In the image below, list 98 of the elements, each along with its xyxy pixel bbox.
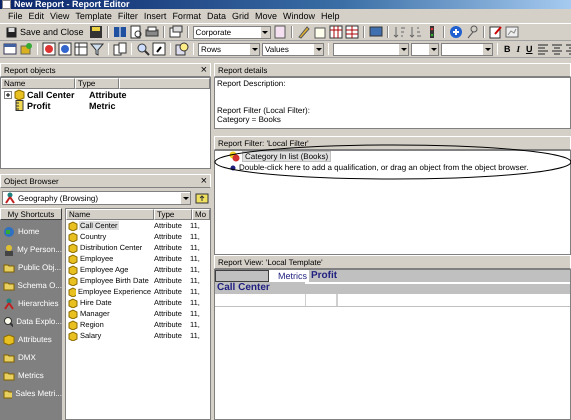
filter-condition-icon: [229, 151, 240, 162]
shortcut-item[interactable]: Schema O...: [18, 281, 62, 290]
menu-item[interactable]: Grid: [232, 11, 249, 21]
funnel-icon[interactable]: [90, 42, 104, 56]
pages-icon[interactable]: [113, 42, 127, 56]
pencil-icon[interactable]: [296, 25, 311, 39]
shortcut-item[interactable]: Sales Metri...: [15, 389, 62, 398]
font-dropdown[interactable]: [333, 42, 409, 56]
cube-icon[interactable]: [19, 42, 33, 56]
ruler-icon: [14, 100, 25, 111]
magnifier-icon: [3, 316, 14, 328]
metric-header[interactable]: Profit: [309, 270, 570, 282]
sort-ascending-icon[interactable]: [392, 25, 407, 39]
menu-item[interactable]: Data: [206, 11, 226, 21]
panel-title: Report Filter: 'Local Filter': [218, 138, 309, 148]
shortcut-item[interactable]: Hierarchies: [18, 299, 58, 308]
template-dropdown[interactable]: Corporate: [192, 26, 271, 38]
grid-icon[interactable]: [3, 42, 17, 56]
close-button[interactable]: ×: [200, 176, 207, 186]
format-button[interactable]: B: [502, 44, 512, 54]
table-icon[interactable]: [74, 42, 88, 56]
window-icon[interactable]: [168, 25, 183, 39]
grid-icon[interactable]: [344, 25, 359, 39]
close-button[interactable]: ×: [200, 65, 207, 75]
globe-icon: [3, 226, 15, 238]
menu-item[interactable]: Move: [254, 11, 277, 21]
bullet-icon: [229, 164, 237, 172]
folder-icon: [3, 370, 15, 382]
attribute-header[interactable]: Call Center: [215, 282, 305, 294]
plus-circle-icon[interactable]: [448, 25, 463, 39]
filter-label: Report Filter (Local Filter):: [217, 106, 311, 115]
window-title: New Report - Report Editor: [14, 0, 130, 9]
expand-icon[interactable]: [4, 90, 12, 98]
folder-icon: [3, 352, 15, 364]
menu-item[interactable]: Window: [283, 11, 316, 21]
monitor-icon[interactable]: [368, 25, 383, 39]
report-object-type: Metric: [89, 100, 116, 110]
rows-dropdown[interactable]: Rows: [198, 42, 260, 56]
column-header[interactable]: Type: [75, 78, 119, 89]
page-icon[interactable]: [272, 25, 287, 39]
report-object-name[interactable]: Profit: [27, 100, 87, 110]
shortcut-item[interactable]: Data Explo...: [16, 317, 62, 326]
folder-icon: [3, 280, 15, 292]
edit-icon[interactable]: [488, 25, 503, 39]
sort-descending-icon[interactable]: [408, 25, 423, 39]
shortcut-item[interactable]: Attributes: [18, 335, 52, 344]
menu-item[interactable]: Template: [75, 11, 112, 21]
filter-condition[interactable]: Category In list (Books): [242, 151, 332, 162]
my-shortcuts-button[interactable]: My Shortcuts: [0, 208, 62, 220]
cube-icon: [3, 334, 15, 346]
location-dropdown[interactable]: Geography (Browsing): [2, 191, 191, 205]
format-button[interactable]: I: [514, 44, 522, 54]
person-icon: [3, 244, 14, 256]
folder-icon: [3, 388, 12, 400]
metrics-header[interactable]: Metrics: [269, 270, 309, 282]
column-header[interactable]: Name: [66, 209, 154, 220]
shortcut-item[interactable]: Home: [18, 227, 40, 236]
align-center-icon[interactable]: [550, 43, 563, 55]
panel-title: Object Browser: [4, 176, 59, 186]
panel-title: Report details: [218, 66, 268, 74]
column-header[interactable]: Name: [1, 78, 75, 89]
printer-icon[interactable]: [144, 25, 159, 39]
panel-title: Report objects: [4, 66, 56, 74]
menu-item[interactable]: Format: [172, 11, 201, 21]
description-label: Report Description:: [217, 79, 286, 88]
note-icon[interactable]: [312, 25, 327, 39]
menu-item[interactable]: Insert: [144, 11, 166, 21]
hierarchy-icon: [3, 298, 15, 310]
menu-item[interactable]: Help: [321, 11, 340, 21]
search-icon[interactable]: [136, 42, 150, 56]
grid-icon[interactable]: [328, 25, 343, 39]
shortcut-item[interactable]: Metrics: [18, 371, 44, 380]
column-header[interactable]: Type: [154, 209, 192, 220]
window-icon: [2, 0, 11, 9]
shortcut-item[interactable]: Public Obj...: [18, 263, 62, 272]
color-dropdown[interactable]: [441, 42, 493, 56]
filter-hint[interactable]: Double-click here to add a qualification, or drag an object from the object browser.: [239, 163, 528, 172]
menu-item[interactable]: Edit: [28, 11, 44, 21]
menu-item[interactable]: View: [50, 11, 70, 21]
filter-value: Category = Books: [217, 115, 282, 124]
book-icon[interactable]: [112, 25, 127, 39]
hierarchy-icon: [4, 192, 16, 204]
folder-icon: [3, 262, 15, 274]
shortcut-item[interactable]: DMX: [18, 353, 36, 362]
menu-item[interactable]: Filter: [118, 11, 138, 21]
report-object-type: Attribute: [89, 90, 126, 100]
column-header[interactable]: Mo: [192, 209, 210, 220]
values-dropdown[interactable]: Values: [262, 42, 324, 56]
panel-title: Report View: 'Local Template': [218, 258, 323, 266]
report-object-name[interactable]: Call Center: [27, 90, 87, 100]
folder-up-icon[interactable]: [195, 191, 209, 205]
print-preview-icon[interactable]: [128, 25, 143, 39]
menu-item[interactable]: File: [8, 11, 23, 21]
corner-cell: [215, 270, 269, 282]
align-left-icon[interactable]: [536, 43, 549, 55]
format-button[interactable]: U: [524, 44, 535, 54]
shortcut-item[interactable]: My Person...: [17, 245, 62, 254]
font-size-dropdown[interactable]: [411, 42, 439, 56]
